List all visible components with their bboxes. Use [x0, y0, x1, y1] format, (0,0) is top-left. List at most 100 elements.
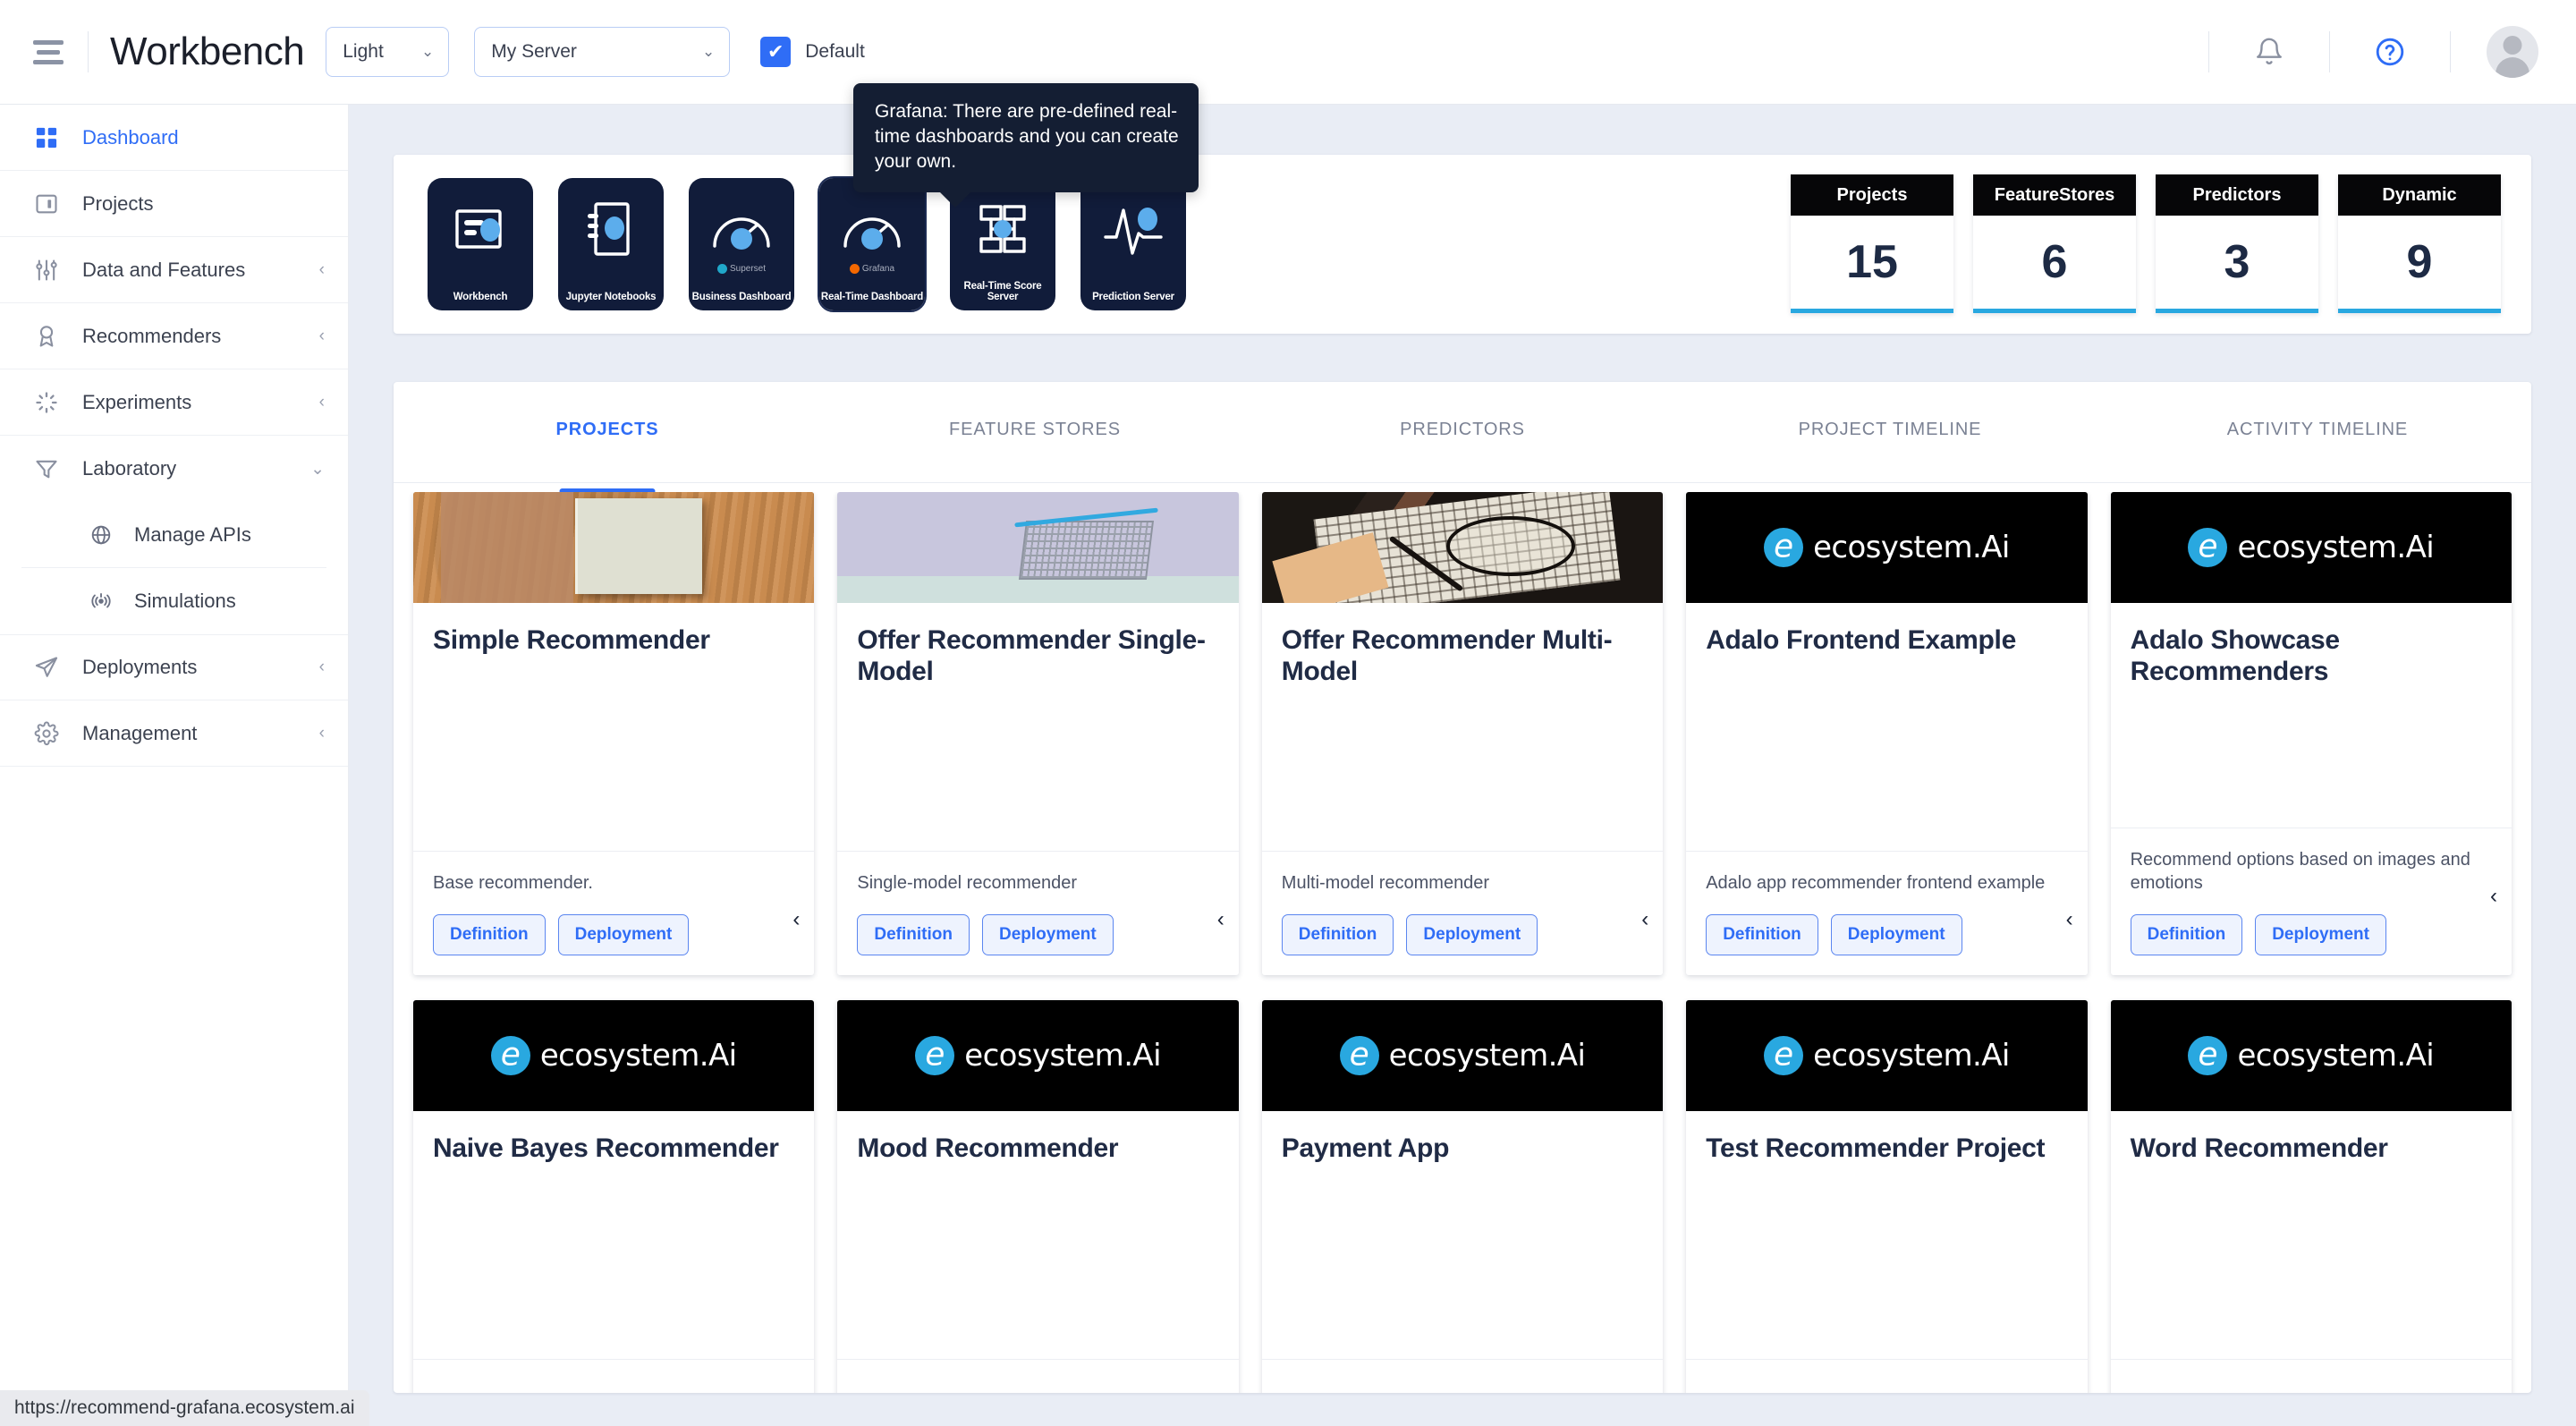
deployment-button[interactable]: Deployment [1830, 914, 1962, 955]
sidebar-item-manage-apis[interactable]: Manage APIs [21, 502, 326, 568]
spinner-icon [30, 386, 63, 419]
app-tile-business-dashboard[interactable]: Superset Business Dashboard [689, 178, 794, 310]
chevron-left-icon[interactable]: ‹ [319, 724, 325, 743]
project-card[interactable]: ecosystem.Ai Word Recommender ‹Definition… [2110, 1000, 2512, 1393]
server-select[interactable]: My Server ⌄ [474, 27, 731, 77]
theme-select[interactable]: Light ⌄ [326, 27, 450, 77]
definition-button[interactable]: Definition [1281, 914, 1394, 955]
ecosystem-e-mark-icon [2188, 1036, 2228, 1075]
project-description [1282, 1379, 1643, 1393]
ecosystem-wordmark: ecosystem.Ai [2237, 1038, 2435, 1074]
page-title: Workbench [110, 30, 305, 73]
project-title: Adalo Frontend Example [1706, 625, 2016, 655]
notebook-icon [576, 198, 646, 260]
sidebar-item-label: Management [82, 721, 198, 744]
deployment-button[interactable]: Deployment [2255, 914, 2386, 955]
project-description [433, 1379, 794, 1393]
chevron-left-icon[interactable]: ‹ [319, 393, 325, 412]
project-description: Multi-model recommender [1281, 873, 1490, 893]
project-title: Mood Recommender [857, 1133, 1119, 1163]
hamburger-icon[interactable] [25, 29, 72, 75]
sidebar-item-data-and-features[interactable]: Data and Features ‹ [0, 237, 348, 303]
grafana-tooltip: Grafana: There are pre-defined real-time… [853, 83, 1199, 208]
app-tile-real-time-dashboard[interactable]: Grafana Real-Time Dashboard [818, 176, 927, 312]
projects-panel-icon [30, 188, 63, 220]
project-description: Recommend options based on images and em… [2130, 850, 2470, 893]
chevron-left-icon[interactable]: ‹ [319, 260, 325, 280]
chevron-down-icon: ⌄ [421, 43, 435, 60]
chevron-left-icon[interactable]: ‹ [319, 658, 325, 677]
deployment-button[interactable]: Deployment [557, 914, 690, 955]
tab-predictors[interactable]: PREDICTORS [1249, 420, 1676, 482]
definition-button[interactable]: Definition [1706, 914, 1818, 955]
sliders-icon [30, 254, 63, 286]
sidebar-subitem-label: Manage APIs [134, 522, 251, 546]
stat-card-title: Predictors [2156, 174, 2318, 216]
card-expand-chevron-icon[interactable]: ‹ [792, 907, 800, 932]
definition-button[interactable]: Definition [857, 914, 970, 955]
tab-projects[interactable]: PROJECTS [394, 420, 821, 482]
deployment-button[interactable]: Deployment [982, 914, 1114, 955]
ecosystem-ai-logo: ecosystem.Ai [413, 1000, 815, 1111]
card-expand-chevron-icon[interactable]: ‹ [2066, 907, 2073, 932]
app-tile-prediction-server[interactable]: Prediction Server [1080, 178, 1186, 310]
sidebar-item-laboratory[interactable]: Laboratory ⌄ [0, 436, 348, 502]
project-card[interactable]: Simple Recommender Base recommender. ‹ Defi… [413, 492, 815, 975]
sidebar-item-label: Projects [82, 191, 154, 215]
project-card[interactable]: Offer Recommender Single-Model Single-mod… [837, 492, 1239, 975]
stat-card-dynamic[interactable]: Dynamic 9 [2338, 174, 2501, 313]
sidebar-item-deployments[interactable]: Deployments ‹ [0, 634, 348, 700]
gear-icon [30, 717, 63, 750]
sidebar-item-experiments[interactable]: Experiments ‹ [0, 369, 348, 436]
avatar[interactable] [2487, 26, 2538, 78]
project-card[interactable]: ecosystem.Ai Adalo Frontend Example Adalo… [1686, 492, 2088, 975]
project-card-body: Adalo app recommender frontend example ‹ D… [1686, 852, 2087, 975]
project-card[interactable]: ecosystem.Ai Payment App ‹DefinitionDeplo… [1261, 1000, 1664, 1393]
header-actions [2192, 26, 2576, 78]
bell-icon[interactable] [2245, 28, 2293, 76]
project-card[interactable]: Offer Recommender Multi-Model Multi-model… [1261, 492, 1664, 975]
stat-card-title: Projects [1791, 174, 1953, 216]
definition-button[interactable]: Definition [433, 914, 546, 955]
project-card[interactable]: ecosystem.Ai Test Recommender Project ‹De… [1686, 1000, 2088, 1393]
award-icon [30, 320, 63, 352]
app-tile-jupyter-notebooks[interactable]: Jupyter Notebooks [558, 178, 664, 310]
definition-button[interactable]: Definition [2130, 914, 2243, 955]
app-tile-workbench[interactable]: Workbench [428, 178, 533, 310]
card-expand-chevron-icon[interactable]: ‹ [1217, 907, 1224, 932]
sidebar-item-management[interactable]: Management ‹ [0, 700, 348, 767]
card-expand-chevron-icon[interactable]: ‹ [1641, 907, 1648, 932]
deployment-button[interactable]: Deployment [1406, 914, 1538, 955]
sidebar-item-recommenders[interactable]: Recommenders ‹ [0, 303, 348, 369]
tab-bar: PROJECTS FEATURE STORES PREDICTORS PROJECT … [394, 382, 2531, 483]
default-checkbox[interactable]: ✔ [760, 37, 792, 67]
sidebar-item-projects[interactable]: Projects [0, 171, 348, 237]
project-card[interactable]: ecosystem.Ai Adalo Showcase Recommenders… [2110, 492, 2512, 975]
sidebar-item-simulations[interactable]: Simulations [21, 568, 326, 634]
stat-card-projects[interactable]: Projects 15 [1791, 174, 1953, 313]
sidebar-item-dashboard[interactable]: Dashboard [0, 105, 348, 171]
stat-cards-row: Projects 15 FeatureStores 6 Predictors 3 Dynam… [1791, 174, 2501, 313]
header-divider [2208, 31, 2209, 72]
ecosystem-e-mark-icon [1339, 1036, 1379, 1075]
stat-card-predictors[interactable]: Predictors 3 [2156, 174, 2318, 313]
chevron-down-icon[interactable]: ⌄ [310, 459, 325, 480]
stat-card-featurestores[interactable]: FeatureStores 6 [1973, 174, 2136, 313]
gauge-icon [707, 198, 776, 260]
tab-feature-stores[interactable]: FEATURE STORES [821, 420, 1249, 482]
project-thumbnail: ecosystem.Ai [1686, 1000, 2088, 1111]
grafana-brand-label: Grafana [861, 263, 895, 274]
project-card[interactable]: ecosystem.Ai Mood Recommender ‹Definition… [837, 1000, 1239, 1393]
help-circle-icon[interactable] [2366, 28, 2414, 76]
tab-activity-timeline[interactable]: ACTIVITY TIMELINE [2104, 420, 2531, 482]
project-card-actions: Definition Deployment [2130, 914, 2492, 955]
projects-grid: Simple Recommender Base recommender. ‹ Defi… [394, 492, 2531, 1393]
card-expand-chevron-icon[interactable]: ‹ [2490, 884, 2497, 909]
project-card-body: Single-model recommender ‹ Definition Deplo… [837, 852, 1238, 975]
globe-icon [86, 520, 116, 550]
default-checkbox-group[interactable]: ✔ Default [760, 37, 865, 67]
ecosystem-ai-logo: ecosystem.Ai [837, 1000, 1239, 1111]
chevron-left-icon[interactable]: ‹ [319, 327, 325, 346]
tab-project-timeline[interactable]: PROJECT TIMELINE [1676, 420, 2104, 482]
project-card[interactable]: ecosystem.Ai Naive Bayes Recommender ‹Def… [413, 1000, 815, 1393]
